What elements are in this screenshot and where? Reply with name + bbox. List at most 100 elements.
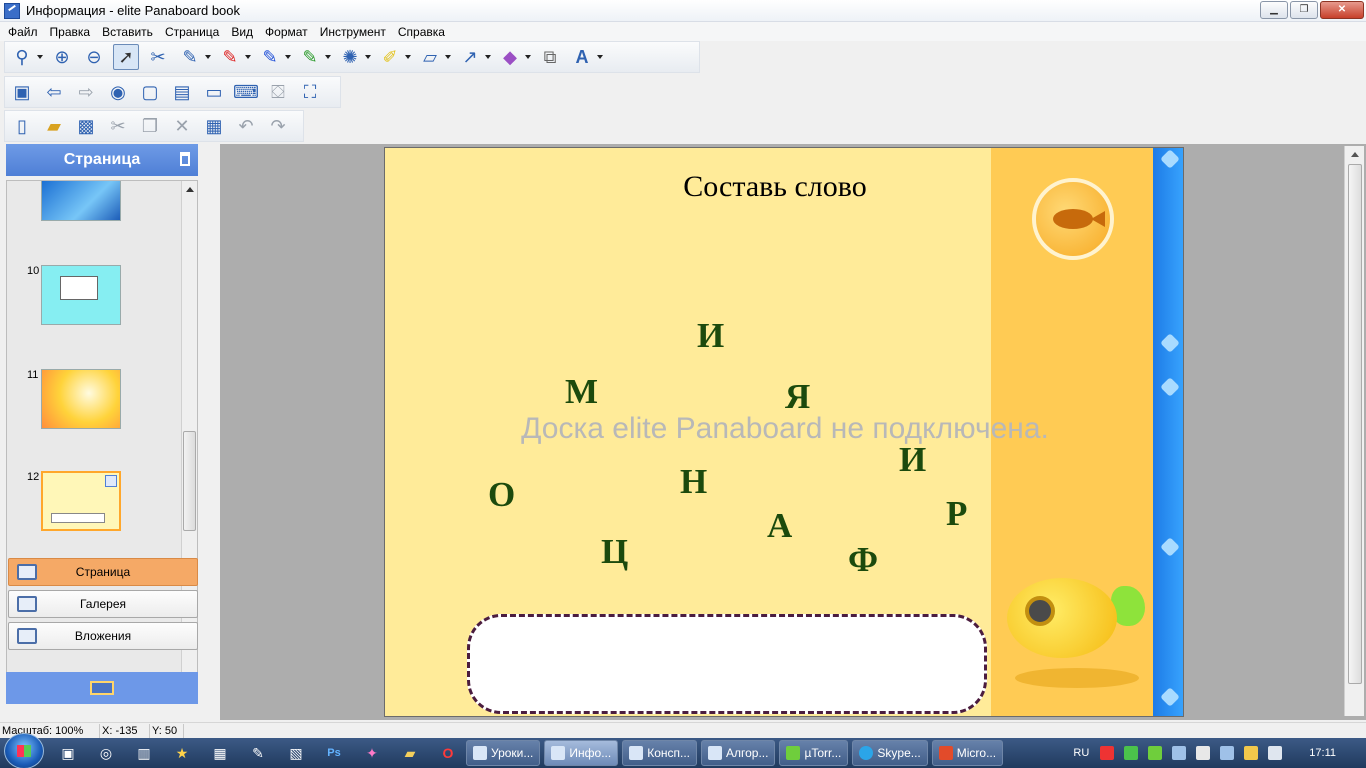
menu-file[interactable]: Файл — [2, 25, 44, 39]
letter-tile[interactable]: И — [899, 440, 926, 480]
utorrent-tray-icon[interactable] — [1148, 746, 1163, 760]
menu-edit[interactable]: Правка — [44, 25, 97, 39]
photoshop-icon[interactable]: Ps — [320, 741, 348, 765]
letter-tile[interactable]: А — [767, 506, 792, 546]
page-tab-button[interactable]: Страница — [8, 558, 198, 586]
open-icon[interactable]: ▰ — [41, 113, 67, 139]
blue-pen-icon[interactable]: ✎ — [257, 44, 291, 70]
scroll-thumb[interactable] — [183, 431, 196, 531]
projector-icon[interactable]: ⛋ — [265, 79, 291, 105]
taskbar-item-microsoft[interactable]: Micro... — [931, 740, 1004, 766]
save-icon[interactable]: ▩ — [73, 113, 99, 139]
fish-button[interactable] — [1032, 178, 1114, 260]
menu-tools[interactable]: Инструмент — [314, 25, 392, 39]
letter-tile[interactable]: О — [488, 475, 515, 515]
workspace-scrollbar[interactable] — [1344, 146, 1364, 716]
paste-icon[interactable]: ▦ — [201, 113, 227, 139]
panaboard-quick-icon[interactable]: ▧ — [282, 741, 310, 765]
answer-box[interactable] — [467, 614, 987, 714]
taskbar-item-panaboard[interactable]: Инфо... — [544, 740, 619, 766]
prev-page-icon[interactable]: ⇦ — [41, 79, 67, 105]
shape-icon[interactable]: ◆ — [497, 44, 531, 70]
clock[interactable]: 17:11 — [1309, 747, 1336, 759]
taskbar-item-word-1[interactable]: Консп... — [622, 740, 697, 766]
letter-tile[interactable]: Ц — [601, 532, 628, 572]
green-pen-icon[interactable]: ✎ — [297, 44, 331, 70]
page-thumbnail-11[interactable] — [41, 369, 121, 429]
display-icon[interactable] — [1172, 746, 1187, 760]
menu-format[interactable]: Формат — [259, 25, 314, 39]
slide-canvas[interactable]: Составь слово И М Я И О Н Р А Ц Ф Доска … — [384, 147, 1184, 717]
new-page-icon[interactable]: ▣ — [9, 79, 35, 105]
pin-icon[interactable] — [180, 152, 190, 166]
zoom-out-icon[interactable]: ⊖ — [81, 44, 107, 70]
volume-icon[interactable] — [1268, 746, 1283, 760]
fullscreen-icon[interactable]: ⛶ — [297, 79, 323, 105]
next-page-icon[interactable]: ⇨ — [73, 79, 99, 105]
zoom-icon[interactable]: ⚲ — [9, 44, 43, 70]
taskbar-item-word-2[interactable]: Алгор... — [701, 740, 776, 766]
menu-help[interactable]: Справка — [392, 25, 451, 39]
layer-icon[interactable]: ⧉ — [537, 44, 563, 70]
scroll-thumb[interactable] — [1348, 164, 1362, 684]
minimize-button[interactable]: ▁ — [1260, 1, 1288, 19]
taskbar-item-skype[interactable]: Skype... — [852, 740, 928, 766]
panel-tray-button[interactable] — [6, 672, 198, 704]
pinwheel-icon[interactable]: ✦ — [358, 741, 386, 765]
lasso-icon[interactable]: ✂ — [145, 44, 171, 70]
opera-icon[interactable]: O — [434, 741, 462, 765]
page-thumbnail-9[interactable] — [41, 181, 121, 221]
attachments-tab-button[interactable]: Вложения — [8, 622, 198, 650]
letter-tile[interactable]: Ф — [848, 540, 878, 580]
download-icon[interactable]: ★ — [168, 741, 196, 765]
media-player-icon[interactable]: ◎ — [92, 741, 120, 765]
cut-icon[interactable]: ✂ — [105, 113, 131, 139]
taskbar-item-chrome[interactable]: Уроки... — [466, 740, 541, 766]
thumbnail-list[interactable]: 10 11 12 — [6, 180, 198, 696]
eraser-icon[interactable]: ▱ — [417, 44, 451, 70]
copy-icon[interactable]: ❐ — [137, 113, 163, 139]
network-icon[interactable]: ▦ — [206, 741, 234, 765]
select-arrow-icon[interactable]: ➚ — [113, 44, 139, 70]
line-icon[interactable]: ↗ — [457, 44, 491, 70]
letter-tile[interactable]: М — [565, 372, 598, 412]
text-icon[interactable]: A — [569, 44, 603, 70]
letter-tile[interactable]: И — [697, 316, 724, 356]
calculator-icon[interactable]: ▥ — [130, 741, 158, 765]
shield-icon[interactable] — [1124, 746, 1139, 760]
menu-insert[interactable]: Вставить — [96, 25, 159, 39]
terminal-icon[interactable]: ▣ — [54, 741, 82, 765]
usb-icon[interactable] — [1220, 746, 1235, 760]
flag-icon[interactable] — [1196, 746, 1211, 760]
brush-icon[interactable]: ✺ — [337, 44, 371, 70]
start-button[interactable] — [4, 733, 44, 768]
letter-tile[interactable]: Н — [680, 462, 707, 502]
red-pen-icon[interactable]: ✎ — [217, 44, 251, 70]
signal-icon[interactable] — [1244, 746, 1259, 760]
new-file-icon[interactable]: ▯ — [9, 113, 35, 139]
undo-icon[interactable]: ↶ — [233, 113, 259, 139]
capture-screen-icon[interactable]: ▭ — [201, 79, 227, 105]
capture-window-icon[interactable]: ▤ — [169, 79, 195, 105]
letter-tile[interactable]: Р — [946, 494, 967, 534]
pen-icon[interactable]: ✎ — [177, 44, 211, 70]
zoom-in-icon[interactable]: ⊕ — [49, 44, 75, 70]
capture-area-icon[interactable]: ▢ — [137, 79, 163, 105]
redo-icon[interactable]: ↷ — [265, 113, 291, 139]
scroll-up-icon[interactable] — [186, 187, 194, 192]
highlighter-icon[interactable]: ✐ — [377, 44, 411, 70]
scroll-up-icon[interactable] — [1351, 152, 1359, 157]
thumbnail-menu-icon[interactable] — [105, 475, 117, 487]
camera-icon[interactable]: ◉ — [105, 79, 131, 105]
paint-icon[interactable]: ✎ — [244, 741, 272, 765]
page-thumbnail-12[interactable] — [41, 471, 121, 531]
gallery-tab-button[interactable]: Галерея — [8, 590, 198, 618]
close-button[interactable]: ✕ — [1320, 1, 1364, 19]
restore-button[interactable]: ❐ — [1290, 1, 1318, 19]
menu-view[interactable]: Вид — [225, 25, 259, 39]
delete-icon[interactable]: ✕ — [169, 113, 195, 139]
taskbar-item-utorrent[interactable]: µTorr... — [779, 740, 849, 766]
language-indicator[interactable]: RU — [1073, 747, 1089, 759]
page-thumbnail-10[interactable] — [41, 265, 121, 325]
antivirus-icon[interactable] — [1100, 746, 1115, 760]
